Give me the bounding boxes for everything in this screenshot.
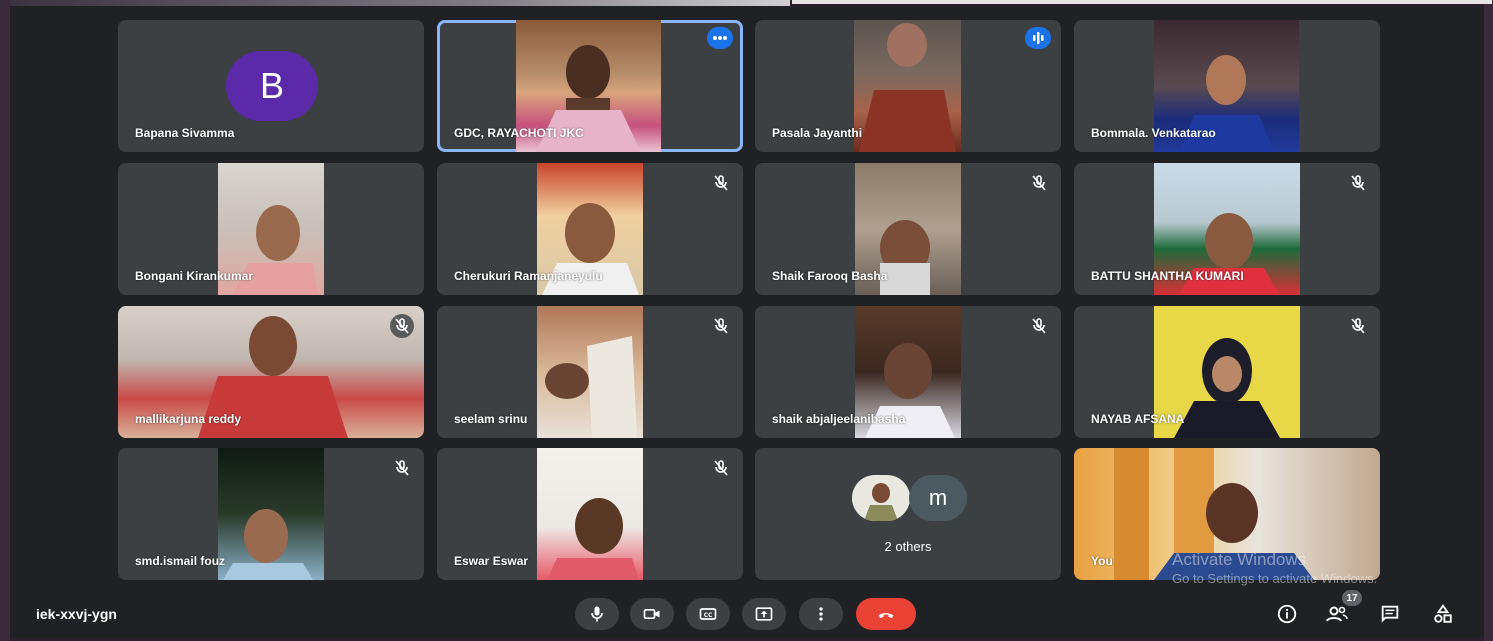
mic-muted-icon: [709, 171, 733, 195]
participant-tile[interactable]: Cherukuri Ramanjaneyulu: [437, 163, 743, 295]
activities-icon: [1434, 604, 1452, 623]
participant-name: Bongani Kirankumar: [135, 269, 254, 283]
meeting-info-button[interactable]: [1275, 602, 1299, 626]
mic-muted-icon: [1027, 171, 1051, 195]
participant-video: [537, 448, 643, 580]
participant-name: Bapana Sivamma: [135, 126, 235, 140]
avatar: B: [226, 51, 318, 121]
leave-call-button[interactable]: [856, 598, 916, 630]
participant-tile[interactable]: seelam srinu: [437, 306, 743, 438]
participant-name: smd.ismail fouz: [135, 554, 226, 568]
participant-video: [218, 448, 324, 580]
avatar: [852, 475, 910, 521]
participant-name: Pasala Jayanthi: [772, 126, 863, 140]
activities-button[interactable]: [1431, 602, 1455, 626]
participant-tile[interactable]: B Bapana Sivamma: [118, 20, 424, 152]
participant-tile[interactable]: Shaik Farooq Basha: [755, 163, 1061, 295]
avatar: m: [909, 475, 967, 521]
mic-muted-icon: [1346, 314, 1370, 338]
participant-name: shaik abjaljeelanibasha: [772, 412, 906, 426]
participant-name: GDC, RAYACHOTI JKC: [454, 126, 584, 140]
participant-tile[interactable]: Pasala Jayanthi: [755, 20, 1061, 152]
more-options-icon: [819, 607, 823, 621]
mic-muted-icon: [390, 456, 414, 480]
participant-name: Bommala. Venkatarao: [1091, 126, 1216, 140]
participant-name: BATTU SHANTHA KUMARI: [1091, 269, 1244, 283]
mic-muted-icon: [709, 456, 733, 480]
mic-muted-icon: [709, 314, 733, 338]
participant-tile[interactable]: Bommala. Venkatarao: [1074, 20, 1380, 152]
participant-name: Shaik Farooq Basha: [772, 269, 888, 283]
participant-name: Cherukuri Ramanjaneyulu: [454, 269, 603, 283]
windows-activation-subtitle: Go to Settings to activate Windows.: [1172, 571, 1378, 586]
captions-button[interactable]: CC: [686, 598, 730, 630]
present-screen-icon: [755, 607, 773, 621]
participant-name: You: [1091, 554, 1113, 568]
participant-tile[interactable]: mallikarjuna reddy: [118, 306, 424, 438]
participant-name: NAYAB AFSANA: [1091, 412, 1185, 426]
participant-video: [854, 20, 961, 152]
mic-muted-icon: [390, 314, 414, 338]
present-button[interactable]: [742, 598, 786, 630]
participant-name: seelam srinu: [454, 412, 528, 426]
browser-top-edge-right: [792, 0, 1492, 4]
participant-tile[interactable]: shaik abjaljeelanibasha: [755, 306, 1061, 438]
microphone-button[interactable]: [575, 598, 619, 630]
participant-tile[interactable]: NAYAB AFSANA: [1074, 306, 1380, 438]
leave-call-icon: [878, 613, 894, 619]
microphone-icon: [591, 606, 603, 622]
people-button[interactable]: [1325, 602, 1349, 626]
participant-tile[interactable]: Eswar Eswar: [437, 448, 743, 580]
chat-button[interactable]: [1378, 602, 1402, 626]
windows-activation-title: Activate Windows: [1172, 550, 1307, 569]
participant-tile[interactable]: smd.ismail fouz: [118, 448, 424, 580]
mic-muted-icon: [1027, 314, 1051, 338]
participant-name: mallikarjuna reddy: [135, 412, 242, 426]
svg-text:CC: CC: [704, 613, 713, 619]
captions-icon: CC: [699, 608, 717, 620]
others-label: 2 others: [884, 539, 932, 554]
speaking-indicator-icon: [1025, 27, 1051, 49]
participant-video: [537, 306, 643, 438]
participant-tile[interactable]: BATTU SHANTHA KUMARI: [1074, 163, 1380, 295]
participant-tile[interactable]: GDC, RAYACHOTI JKC: [437, 20, 743, 152]
mic-muted-icon: [1346, 171, 1370, 195]
more-options-button[interactable]: [799, 598, 843, 630]
others-tile[interactable]: m 2 others: [755, 448, 1061, 580]
meeting-code: iek-xxvj-ygn: [36, 606, 117, 622]
info-icon: [1277, 604, 1297, 624]
participant-name: Eswar Eswar: [454, 554, 529, 568]
camera-icon: [643, 609, 660, 619]
participant-tile[interactable]: Bongani Kirankumar: [118, 163, 424, 295]
more-options-icon[interactable]: [707, 27, 733, 49]
participant-count-badge: 17: [1342, 590, 1362, 606]
left-desktop-edge: [0, 0, 10, 641]
camera-button[interactable]: [630, 598, 674, 630]
right-desktop-edge: [1484, 0, 1493, 641]
chat-icon: [1381, 605, 1399, 623]
people-icon: [1326, 606, 1348, 622]
